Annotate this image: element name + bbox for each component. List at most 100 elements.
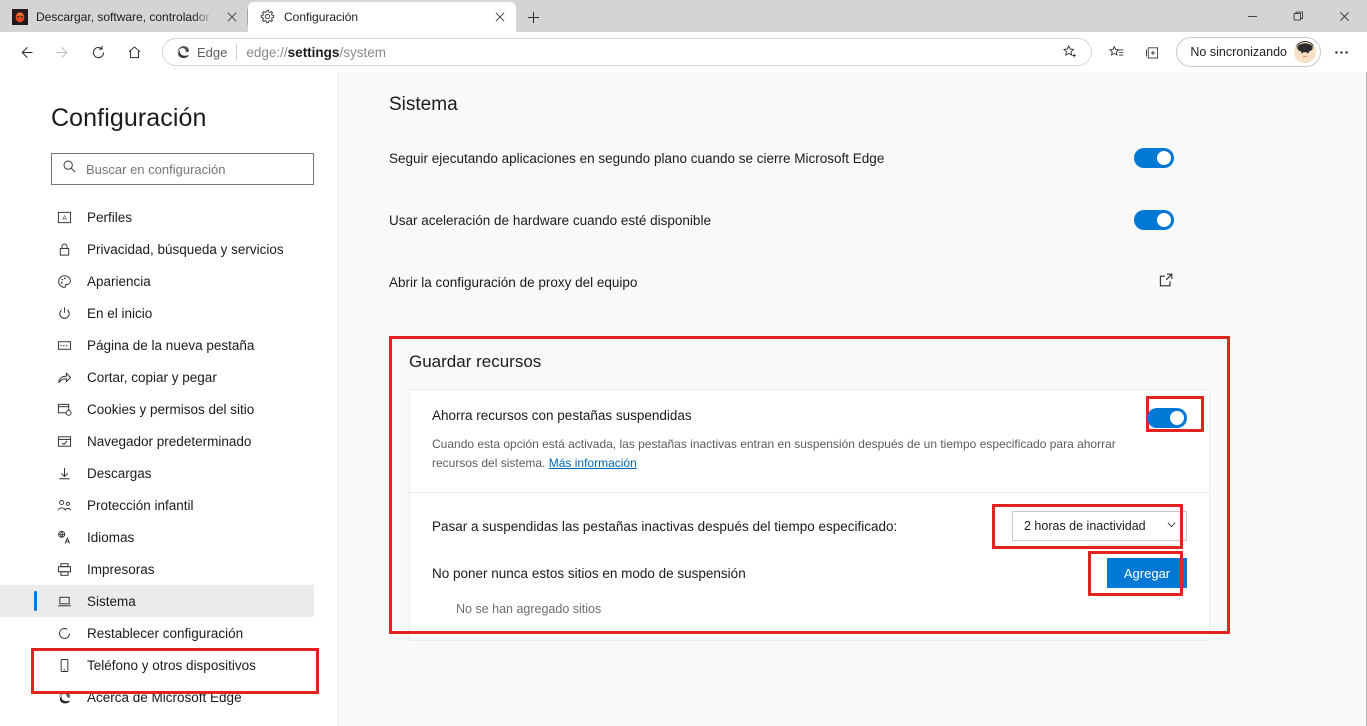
reset-icon — [56, 625, 73, 642]
lock-icon — [56, 241, 73, 258]
settings-page: Configuración Buscar en configuración A … — [0, 72, 1367, 726]
sidebar-item-label: Privacidad, búsqueda y servicios — [87, 241, 284, 257]
site-favicon — [12, 9, 28, 25]
maximize-button[interactable] — [1275, 0, 1321, 32]
timeout-row: Pasar a suspendidas las pestañas inactiv… — [432, 504, 1187, 550]
close-button[interactable] — [1321, 0, 1367, 32]
sidebar-item-proteccion-infantil[interactable]: Protección infantil — [0, 489, 314, 521]
sidebar-item-label: Impresoras — [87, 561, 155, 577]
forward-button[interactable] — [44, 36, 80, 68]
search-input[interactable]: Buscar en configuración — [51, 153, 314, 185]
tab-close-icon[interactable] — [222, 7, 242, 27]
setting-label: Usar aceleración de hardware cuando esté… — [389, 212, 711, 228]
setting-row-background-apps: Seguir ejecutando aplicaciones en segund… — [389, 138, 1192, 178]
more-info-link[interactable]: Más información — [549, 456, 637, 470]
printer-icon — [56, 561, 73, 578]
tab-title: Descargar, software, controlador — [36, 10, 210, 24]
family-icon — [56, 497, 73, 514]
sidebar-item-idiomas[interactable]: Idiomas — [0, 521, 314, 553]
sidebar-item-telefono[interactable]: Teléfono y otros dispositivos — [0, 649, 314, 681]
background-apps-toggle[interactable] — [1134, 148, 1174, 168]
sidebar-item-label: Restablecer configuración — [87, 625, 244, 641]
sidebar-item-perfiles[interactable]: A Perfiles — [0, 201, 314, 233]
browser-tab-active[interactable]: Configuración — [248, 2, 516, 32]
system-icon — [56, 593, 73, 610]
sidebar-item-impresoras[interactable]: Impresoras — [0, 553, 314, 585]
sidebar-item-label: En el inicio — [87, 305, 153, 321]
tab-title: Configuración — [284, 10, 359, 24]
chip-divider — [236, 44, 238, 60]
setting-row-hardware-acceleration: Usar aceleración de hardware cuando esté… — [389, 200, 1192, 240]
sidebar-item-sistema[interactable]: Sistema — [0, 585, 314, 617]
sidebar-item-label: Cortar, copiar y pegar — [87, 369, 217, 385]
sidebar-item-nueva-pestana[interactable]: Página de la nueva pestaña — [0, 329, 314, 361]
profile-icon: A — [56, 209, 73, 226]
sidebar-item-restablecer[interactable]: Restablecer configuración — [0, 617, 314, 649]
url-prefix: edge:// — [246, 44, 288, 60]
sleeping-tabs-part: Ahorra recursos con pestañas suspendidas… — [410, 390, 1209, 492]
new-tab-button[interactable] — [516, 2, 550, 32]
sidebar-item-label: Descargas — [87, 465, 152, 481]
window-controls — [1229, 0, 1367, 32]
timeout-select-value: 2 horas de inactividad — [1024, 519, 1146, 534]
browser-toolbar: Edge edge://settings/system No sincroniz… — [0, 32, 1367, 72]
sidebar-item-label: Protección infantil — [87, 497, 194, 513]
sidebar-item-cortar-copiar-pegar[interactable]: Cortar, copiar y pegar — [0, 361, 314, 393]
home-button[interactable] — [116, 36, 152, 68]
favorite-star-icon[interactable] — [1057, 39, 1083, 65]
sleeping-tabs-description: Cuando esta opción está activada, las pe… — [432, 435, 1132, 472]
sidebar-item-label: Teléfono y otros dispositivos — [87, 657, 256, 673]
settings-sidebar: Configuración Buscar en configuración A … — [0, 72, 339, 726]
sync-status-button[interactable]: No sincronizando — [1176, 37, 1321, 67]
palette-icon — [56, 273, 73, 290]
gear-icon — [260, 9, 276, 25]
save-resources-card: Ahorra recursos con pestañas suspendidas… — [409, 389, 1210, 642]
browser-icon — [56, 433, 73, 450]
svg-text:A: A — [62, 214, 67, 221]
sidebar-item-privacidad[interactable]: Privacidad, búsqueda y servicios — [0, 233, 314, 265]
refresh-button[interactable] — [80, 36, 116, 68]
share-icon — [56, 369, 73, 386]
tab-close-icon[interactable] — [490, 7, 510, 27]
minimize-button[interactable] — [1229, 0, 1275, 32]
url-text: edge://settings/system — [246, 45, 1050, 60]
save-resources-section: Guardar recursos Ahorra recursos con pes… — [389, 336, 1230, 642]
external-link-icon[interactable] — [1158, 272, 1174, 293]
cookies-icon — [56, 401, 73, 418]
collections-button[interactable] — [1134, 36, 1170, 68]
power-icon — [56, 305, 73, 322]
edge-chip: Edge — [175, 44, 227, 60]
sidebar-item-acerca-de[interactable]: Acerca de Microsoft Edge — [0, 681, 314, 713]
phone-icon — [56, 657, 73, 674]
sleeping-options-part: Pasar a suspendidas las pestañas inactiv… — [410, 493, 1209, 640]
sidebar-item-descargas[interactable]: Descargas — [0, 457, 314, 489]
sidebar-item-en-el-inicio[interactable]: En el inicio — [0, 297, 314, 329]
more-options-button[interactable] — [1323, 36, 1359, 68]
sidebar-item-label: Navegador predeterminado — [87, 433, 252, 449]
sidebar-item-label: Idiomas — [87, 529, 135, 545]
favorites-button[interactable] — [1098, 36, 1134, 68]
add-site-button[interactable]: Agregar — [1107, 558, 1187, 589]
sleeping-tabs-toggle[interactable] — [1147, 408, 1187, 428]
sleeping-tabs-title: Ahorra recursos con pestañas suspendidas — [432, 408, 692, 423]
never-sleep-row: No poner nunca estos sitios en modo de s… — [432, 551, 1187, 597]
sidebar-item-label: Apariencia — [87, 273, 151, 289]
setting-row-proxy[interactable]: Abrir la configuración de proxy del equi… — [389, 262, 1192, 302]
address-bar[interactable]: Edge edge://settings/system — [162, 38, 1093, 66]
edge-icon — [56, 689, 73, 706]
hardware-acceleration-toggle[interactable] — [1134, 210, 1174, 230]
sidebar-item-cookies[interactable]: Cookies y permisos del sitio — [0, 393, 314, 425]
sidebar-item-navegador-predeterminado[interactable]: Navegador predeterminado — [0, 425, 314, 457]
sleeping-tabs-description-text: Cuando esta opción está activada, las pe… — [432, 437, 1116, 470]
timeout-select[interactable]: 2 horas de inactividad — [1012, 511, 1187, 542]
search-placeholder: Buscar en configuración — [86, 161, 226, 177]
back-button[interactable] — [8, 36, 44, 68]
url-bold: settings — [287, 44, 340, 60]
browser-tab-inactive[interactable]: Descargar, software, controlador — [0, 2, 248, 32]
newtab-icon — [56, 337, 73, 354]
url-suffix: /system — [339, 44, 386, 60]
sidebar-item-label: Sistema — [87, 593, 136, 609]
sidebar-item-apariencia[interactable]: Apariencia — [0, 265, 314, 297]
setting-label: Seguir ejecutando aplicaciones en segund… — [389, 150, 885, 166]
edge-chip-label: Edge — [197, 44, 228, 60]
